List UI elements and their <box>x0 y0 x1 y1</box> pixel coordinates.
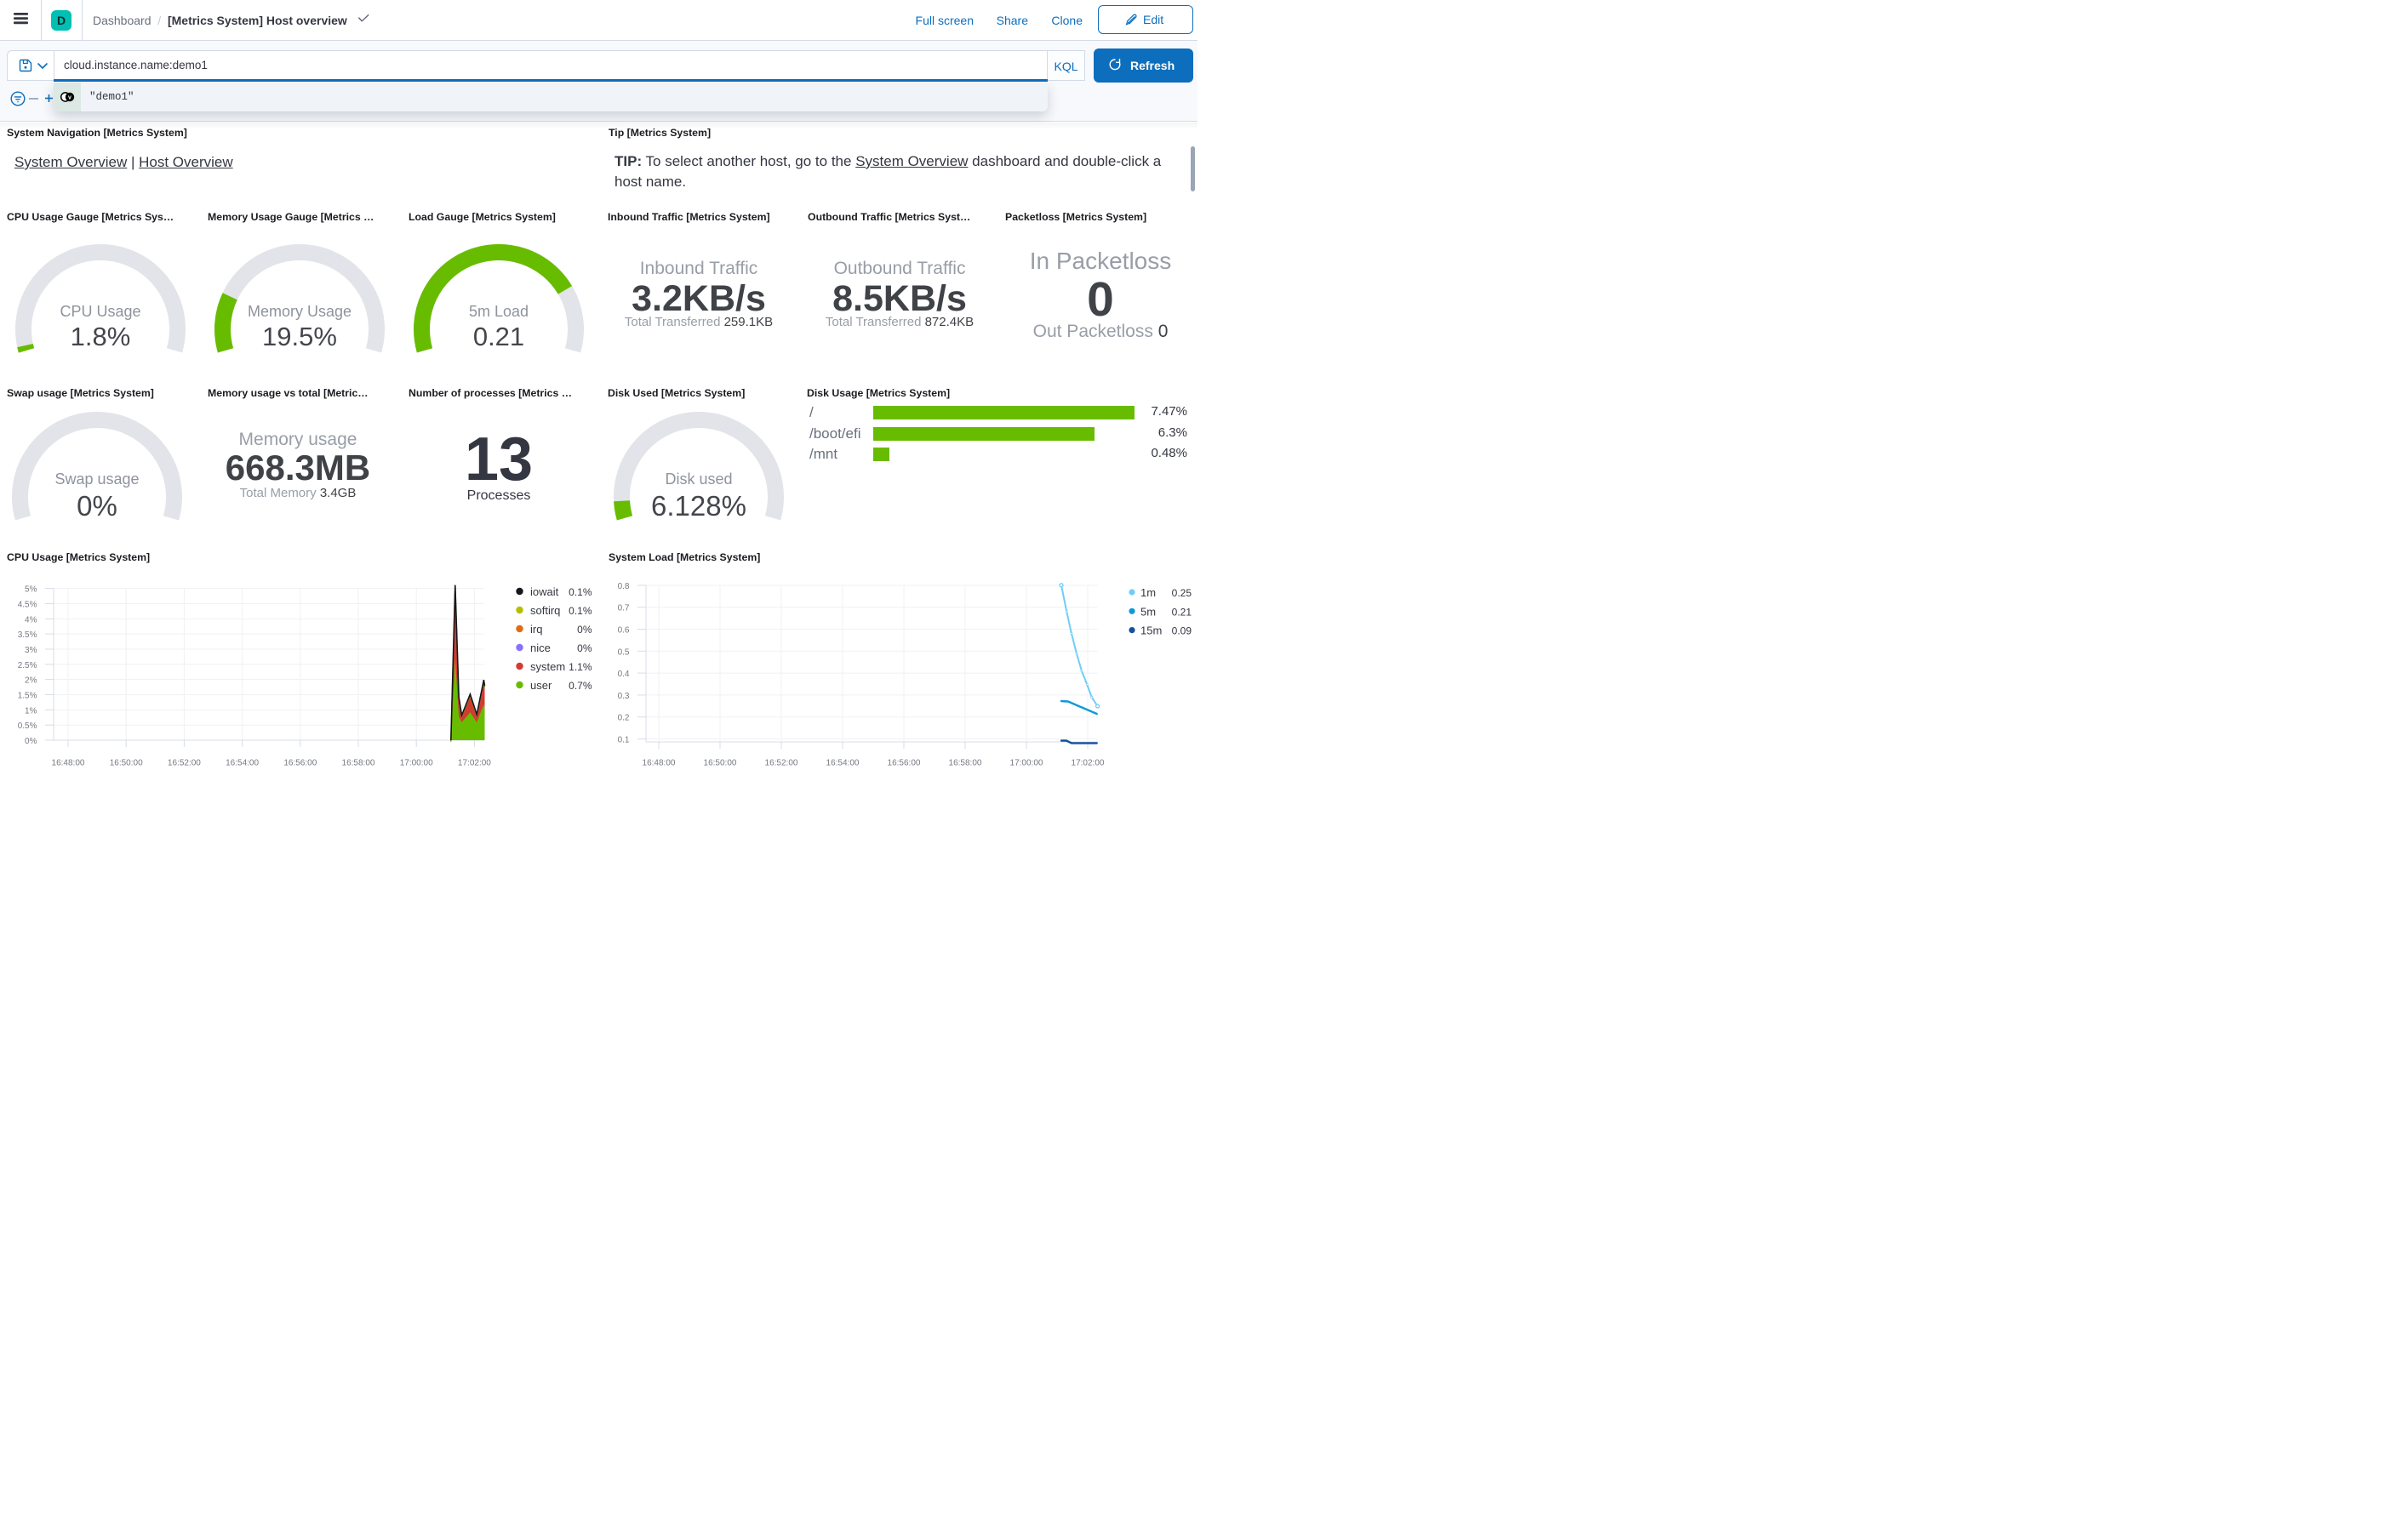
svg-text:2%: 2% <box>25 676 37 686</box>
svg-text:16:50:00: 16:50:00 <box>704 759 737 768</box>
svg-text:0.09: 0.09 <box>1172 625 1192 637</box>
svg-text:system: system <box>530 660 565 673</box>
svg-text:0.21: 0.21 <box>1172 606 1192 618</box>
svg-text:5m: 5m <box>1140 605 1156 618</box>
svg-text:0.5%: 0.5% <box>18 722 37 731</box>
svg-text:16:52:00: 16:52:00 <box>168 759 201 768</box>
svg-text:irq: irq <box>530 623 542 636</box>
svg-text:0.5: 0.5 <box>618 647 630 657</box>
svg-text:17:00:00: 17:00:00 <box>1010 759 1043 768</box>
svg-text:user: user <box>530 679 552 692</box>
svg-text:0%: 0% <box>25 737 37 746</box>
svg-text:0.1%: 0.1% <box>569 605 592 617</box>
svg-text:3.5%: 3.5% <box>18 630 37 640</box>
svg-text:5%: 5% <box>25 585 37 595</box>
svg-text:0.7%: 0.7% <box>569 680 592 692</box>
svg-text:0.7: 0.7 <box>618 604 630 613</box>
svg-text:0.3: 0.3 <box>618 692 630 701</box>
svg-text:4%: 4% <box>25 615 37 625</box>
svg-text:16:54:00: 16:54:00 <box>226 759 259 768</box>
svg-text:16:58:00: 16:58:00 <box>342 759 375 768</box>
svg-text:0.8: 0.8 <box>618 582 630 591</box>
svg-text:0.25: 0.25 <box>1172 587 1192 599</box>
svg-text:v: v <box>68 94 71 100</box>
svg-text:16:48:00: 16:48:00 <box>52 759 85 768</box>
svg-text:15m: 15m <box>1140 625 1162 637</box>
svg-text:2.5%: 2.5% <box>18 661 37 670</box>
svg-text:16:58:00: 16:58:00 <box>949 759 982 768</box>
svg-text:17:00:00: 17:00:00 <box>400 759 433 768</box>
svg-text:0.2: 0.2 <box>618 714 630 723</box>
svg-text:0.6: 0.6 <box>618 626 630 636</box>
svg-text:16:54:00: 16:54:00 <box>826 759 860 768</box>
svg-text:iowait: iowait <box>530 585 559 598</box>
svg-text:softirq: softirq <box>530 604 560 617</box>
svg-text:16:50:00: 16:50:00 <box>110 759 143 768</box>
svg-text:0.4: 0.4 <box>618 670 630 679</box>
svg-text:0%: 0% <box>577 624 592 636</box>
svg-text:1%: 1% <box>25 706 37 716</box>
svg-text:1.5%: 1.5% <box>18 692 37 701</box>
svg-text:1.1%: 1.1% <box>569 661 592 673</box>
svg-text:16:48:00: 16:48:00 <box>643 759 676 768</box>
svg-text:4.5%: 4.5% <box>18 600 37 609</box>
svg-text:0.1%: 0.1% <box>569 586 592 598</box>
svg-text:0%: 0% <box>577 642 592 654</box>
svg-text:0.1: 0.1 <box>618 736 630 745</box>
svg-text:16:56:00: 16:56:00 <box>888 759 921 768</box>
svg-text:nice: nice <box>530 642 551 654</box>
svg-text:1m: 1m <box>1140 586 1156 599</box>
svg-text:3%: 3% <box>25 646 37 655</box>
svg-text:16:52:00: 16:52:00 <box>765 759 798 768</box>
svg-text:17:02:00: 17:02:00 <box>1072 759 1105 768</box>
svg-text:16:56:00: 16:56:00 <box>283 759 317 768</box>
svg-text:17:02:00: 17:02:00 <box>458 759 491 768</box>
